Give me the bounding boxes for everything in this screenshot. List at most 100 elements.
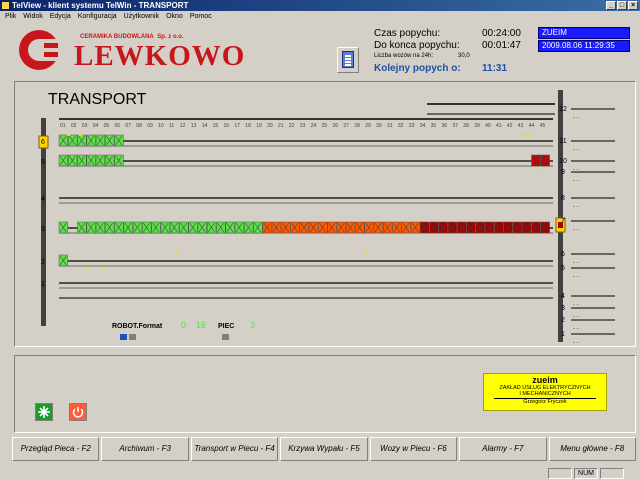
right-track-dash: - - — [573, 204, 579, 210]
fkey-f3[interactable]: Archiwum - F3 — [101, 437, 189, 461]
track-column-number: 42 — [507, 123, 513, 129]
company-badge: ZUEIM — [538, 27, 630, 39]
close-button[interactable]: × — [628, 1, 638, 10]
status-cell-empty-2 — [600, 468, 624, 479]
fkey-f7[interactable]: Alarmy - F7 — [459, 437, 547, 461]
minimize-button[interactable]: _ — [606, 1, 616, 10]
menu-item-plik[interactable]: Plik — [5, 11, 16, 23]
track-column-number: 14 — [202, 123, 208, 129]
fkey-f4[interactable]: Transport w Piecu - F4 — [190, 437, 279, 461]
left-rail — [41, 118, 46, 326]
robot-value-1: 0 — [181, 320, 186, 330]
track-column-number: 11 — [169, 123, 174, 129]
yellow-marker — [365, 252, 368, 254]
track-column-number: 07 — [125, 123, 131, 129]
track-column-number: 33 — [409, 123, 415, 129]
fkey-f5[interactable]: Krzywa Wypału - F5 — [280, 437, 368, 461]
right-track-number: 4 — [561, 293, 565, 300]
track-column-number: 08 — [136, 123, 142, 129]
right-track-number: 6 — [561, 251, 565, 258]
header: CERAMIKA BUDOWLANA Sp. z o.o. LEWKOWO Cz… — [0, 23, 640, 78]
track-column-number: 19 — [256, 123, 262, 129]
push-info: Czas popychu: 00:24:00 Do konca popychu:… — [370, 26, 530, 76]
right-track-number: 8 — [561, 195, 565, 202]
maximize-button[interactable]: □ — [617, 1, 627, 10]
fkey-f8[interactable]: Menu główne - F8 — [548, 437, 636, 461]
robot-indicator-blue — [120, 334, 127, 340]
power-button[interactable] — [69, 403, 87, 421]
track-column-number: 44 — [529, 123, 535, 129]
track-column-number: 35 — [431, 123, 437, 129]
liczba-label: Liczba wozów na 24h: — [374, 53, 434, 59]
menu-bar: Plik Widok Edycja Konfiguracja Użytkowni… — [0, 11, 640, 23]
track-column-number: 36 — [442, 123, 448, 129]
track-column-number: 26 — [333, 123, 339, 129]
track-column-number: 34 — [420, 123, 426, 129]
sparkle-icon — [38, 406, 50, 418]
yellow-marker — [175, 252, 178, 254]
track-column-number: 31 — [387, 123, 393, 129]
menu-item-konfiguracja[interactable]: Konfiguracja — [78, 11, 117, 23]
liczba-value: 30,0 — [458, 53, 470, 59]
track-column-number: 38 — [463, 123, 469, 129]
track-column-number: 02 — [71, 123, 77, 129]
right-track-number: 7 — [561, 218, 565, 225]
robot-value-2: 16 — [196, 320, 206, 330]
menu-item-pomoc[interactable]: Pomoc — [190, 11, 212, 23]
yellow-marker — [85, 268, 88, 270]
track-column-number: 39 — [474, 123, 480, 129]
fkey-f2[interactable]: Przegląd Pieca - F2 — [12, 437, 100, 461]
track-column-number: 45 — [540, 123, 546, 129]
track-column-number: 41 — [496, 123, 502, 129]
track-column-number: 15 — [213, 123, 219, 129]
bottom-panel: zueim ZAKŁAD USŁUG ELEKTRYCZNYCH I MECHA… — [14, 355, 636, 433]
status-cell-empty — [548, 468, 572, 479]
track-column-number: 22 — [289, 123, 295, 129]
right-track-dash: - - — [573, 178, 579, 184]
track-column-number: 06 — [115, 123, 121, 129]
menu-item-okno[interactable]: Okno — [166, 11, 183, 23]
track-column-number: 17 — [234, 123, 240, 129]
right-track-dash: - - — [573, 314, 579, 320]
track-column-number: 09 — [147, 123, 153, 129]
koniec-label: Do konca popychu: — [374, 40, 460, 51]
track-column-number: 21 — [278, 123, 284, 129]
track-column-number: 32 — [398, 123, 404, 129]
koniec-value: 00:01:47 — [482, 40, 521, 51]
robot-piec-legend: ROBOT.Format 0 16 PIEC 3 — [112, 320, 255, 340]
left-track-number: 4 — [41, 196, 45, 203]
right-track-dash: - - — [573, 115, 579, 121]
right-track-number: 1 — [561, 331, 565, 338]
left-track-number: 6 — [41, 139, 45, 146]
logo-mark-icon — [19, 30, 67, 70]
track-column-number: 30 — [376, 123, 382, 129]
left-track-number: 1 — [41, 281, 45, 288]
left-track-number: 5 — [41, 159, 45, 166]
right-track-number: 5 — [561, 265, 565, 272]
zueim-person: Grzegorz Fryczek — [494, 398, 596, 406]
yellow-marker — [523, 134, 526, 136]
track-column-number: 23 — [300, 123, 306, 129]
track-column-number: 01 — [60, 123, 66, 129]
function-key-bar: Przegląd Pieca - F2 Archiwum - F3 Transp… — [12, 437, 636, 461]
menu-item-widok[interactable]: Widok — [23, 11, 42, 23]
czas-label: Czas popychu: — [374, 28, 441, 39]
start-button[interactable] — [35, 403, 53, 421]
yellow-marker — [101, 268, 104, 270]
notepad-button[interactable] — [337, 47, 359, 73]
menu-item-uzytkownik[interactable]: Użytkownik — [124, 11, 159, 23]
right-track-dash: - - — [573, 147, 579, 153]
menu-item-edycja[interactable]: Edycja — [50, 11, 71, 23]
track-column-number: 43 — [518, 123, 524, 129]
right-track-number: 11 — [559, 138, 566, 145]
track-column-number: 28 — [354, 123, 360, 129]
kolejny-value: 11:31 — [482, 63, 508, 74]
track-column-number: 12 — [180, 123, 186, 129]
track-column-number: 18 — [245, 123, 251, 129]
right-track-number: 10 — [559, 158, 567, 165]
czas-value: 00:24:00 — [482, 28, 521, 39]
window-title: TelView - klient systemu TelWin - TRANSP… — [12, 1, 189, 10]
right-track-dash: - - — [573, 274, 579, 280]
track-column-number: 29 — [365, 123, 371, 129]
fkey-f6[interactable]: Wozy w Piecu - F6 — [369, 437, 458, 461]
